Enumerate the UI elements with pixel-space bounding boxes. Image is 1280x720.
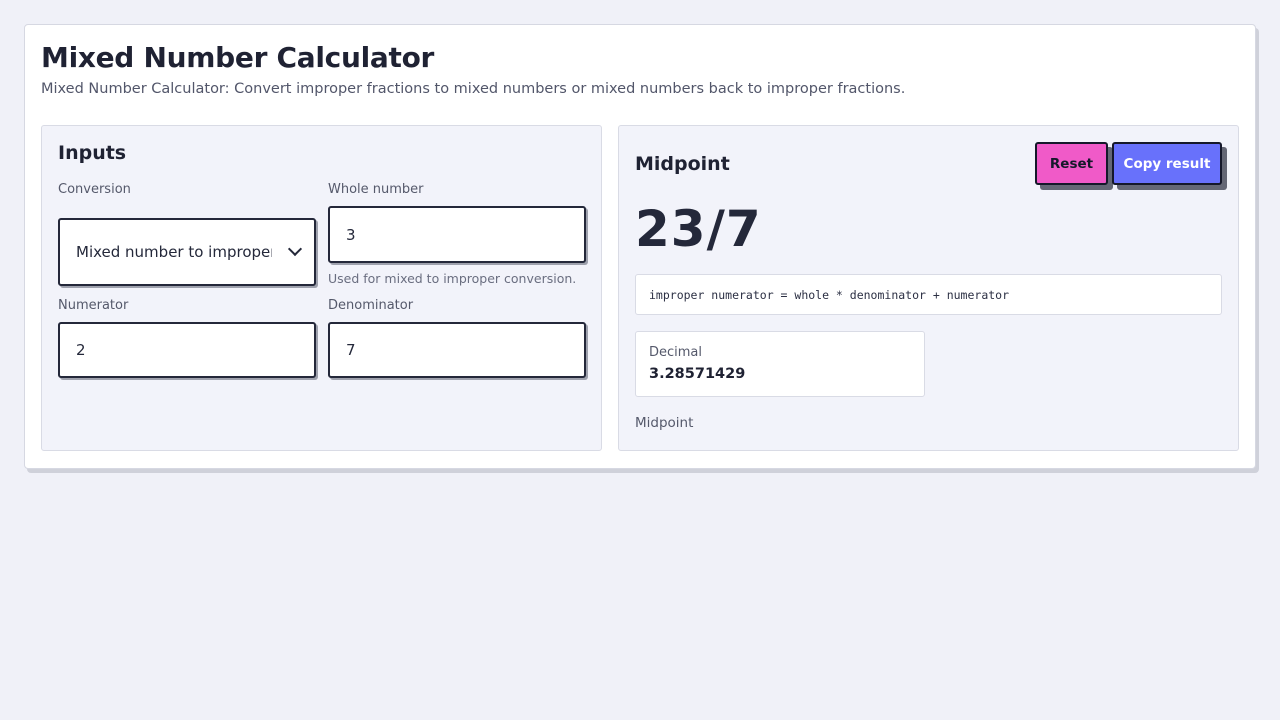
whole-number-hint: Used for mixed to improper conversion.: [328, 271, 577, 286]
denominator-input[interactable]: 7: [328, 322, 586, 378]
decimal-label: Decimal: [649, 345, 703, 360]
denominator-value: 7: [346, 341, 356, 359]
page-title: Mixed Number Calculator: [41, 41, 435, 74]
numerator-value: 2: [76, 341, 86, 359]
denominator-label: Denominator: [328, 298, 414, 313]
whole-number-label: Whole number: [328, 182, 424, 197]
decimal-value: 3.28571429: [649, 366, 746, 382]
decimal-stat: Decimal 3.28571429: [635, 331, 925, 397]
conversion-select[interactable]: Mixed number to improper fraction: [58, 218, 316, 286]
numerator-input[interactable]: 2: [58, 322, 316, 378]
inputs-panel: Inputs Conversion Mixed number to improp…: [41, 125, 602, 451]
result-heading: Midpoint: [635, 153, 730, 175]
reset-button[interactable]: Reset: [1035, 142, 1108, 185]
numerator-label: Numerator: [58, 298, 129, 313]
conversion-label: Conversion: [58, 182, 131, 197]
whole-number-value: 3: [346, 225, 356, 244]
conversion-selected-value: Mixed number to improper fraction: [76, 243, 272, 261]
page-subtitle: Mixed Number Calculator: Convert imprope…: [41, 81, 906, 97]
chevron-down-icon: [287, 241, 303, 257]
result-panel: Midpoint Reset Copy result 23/7 improper…: [618, 125, 1239, 451]
result-value: 23/7: [635, 200, 762, 258]
copy-result-button[interactable]: Copy result: [1112, 142, 1222, 185]
calculator-card: Mixed Number Calculator Mixed Number Cal…: [24, 24, 1256, 469]
result-footer-label: Midpoint: [635, 415, 694, 431]
whole-number-input[interactable]: 3: [328, 206, 586, 263]
formula-box: improper numerator = whole * denominator…: [635, 274, 1222, 315]
inputs-heading: Inputs: [58, 142, 127, 164]
